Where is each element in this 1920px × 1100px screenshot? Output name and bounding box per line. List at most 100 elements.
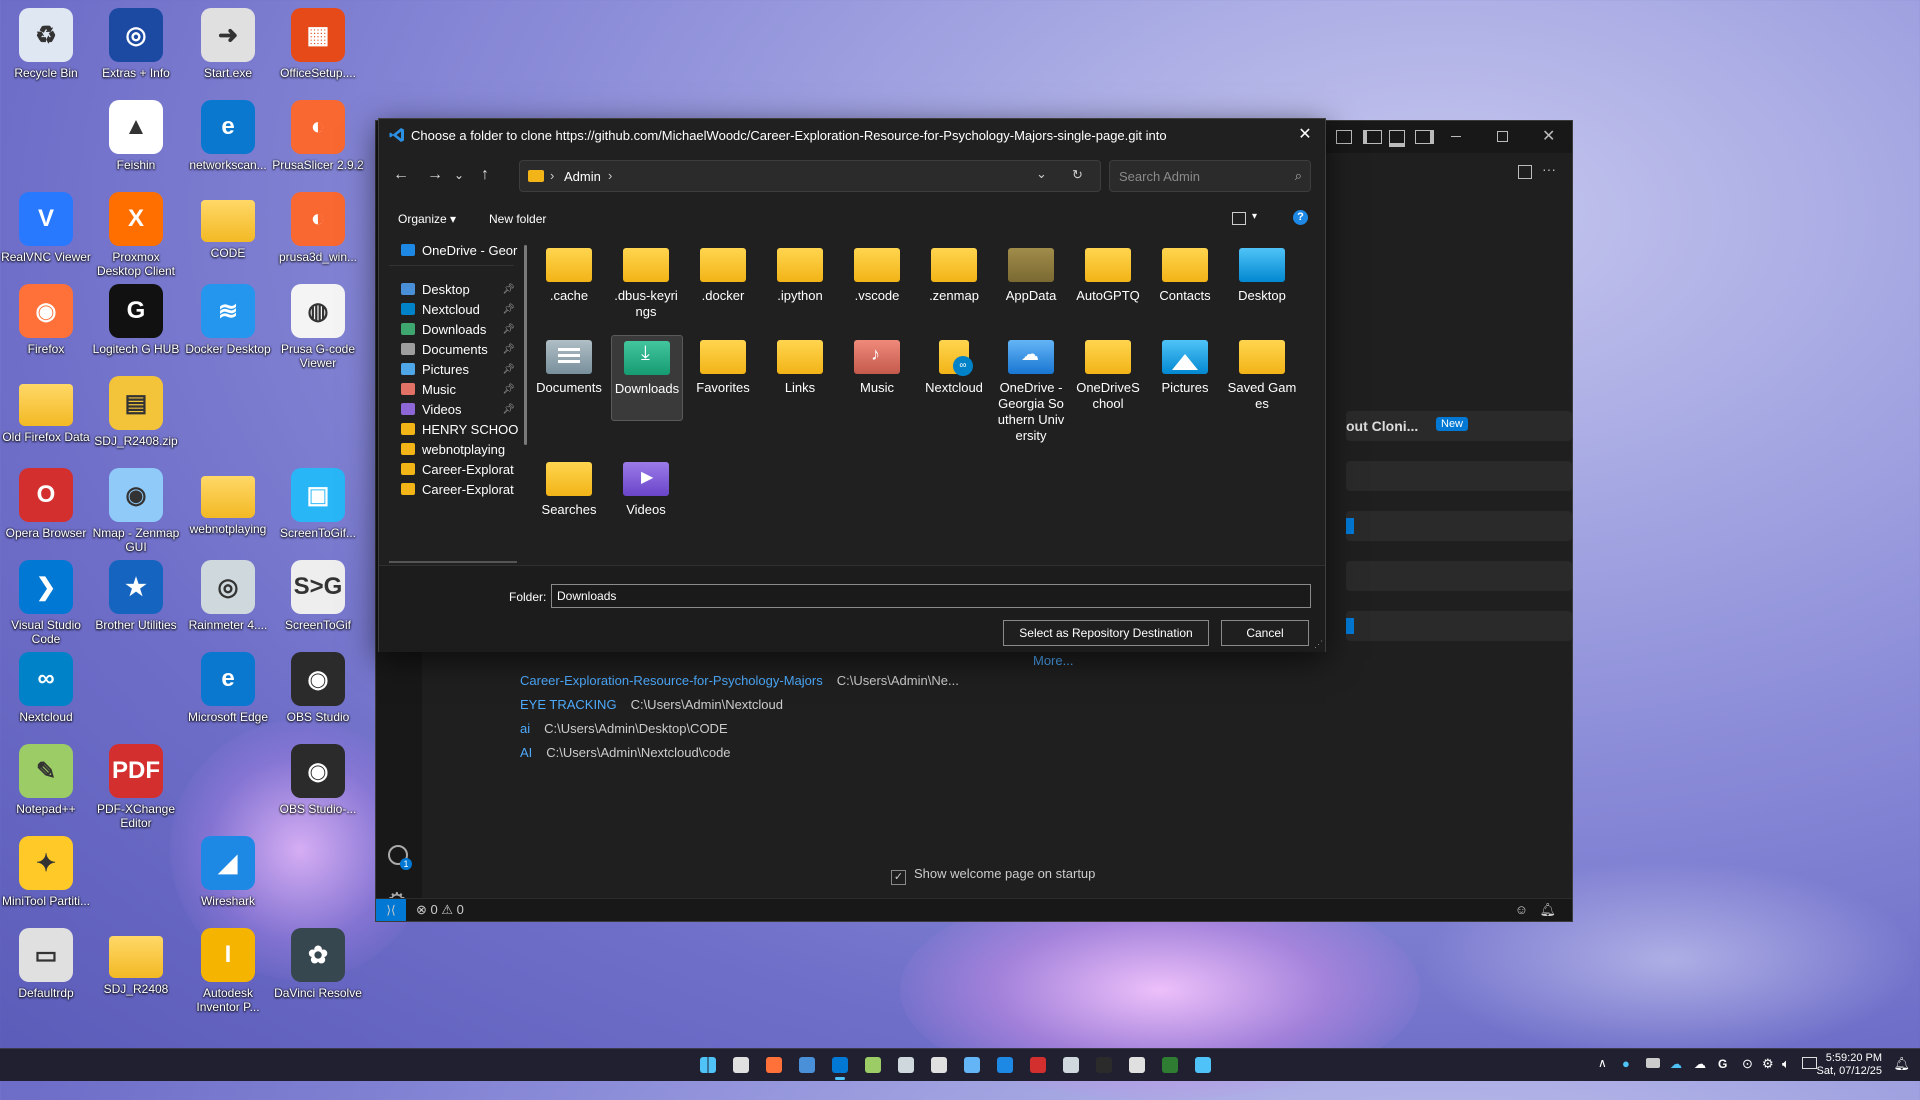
desktop-icon[interactable]: ◉ Nmap - Zenmap GUI [90,468,182,554]
desktop-icon[interactable]: PDF PDF-XChange Editor [90,744,182,830]
nav-item[interactable]: webnotplaying [401,438,519,460]
folder-tile[interactable]: .cache [534,243,604,304]
folder-tile[interactable]: AppData [996,243,1066,304]
nav-scrollbar-thumb[interactable] [524,245,527,445]
folder-tile[interactable]: .zenmap [919,243,989,304]
tray-icon[interactable]: ☁ [1694,1057,1706,1071]
desktop-icon[interactable]: S>G ScreenToGif [272,560,364,632]
desktop-icon[interactable]: G Logitech G HUB [90,284,182,356]
show-welcome-checkbox[interactable]: ✓ Show welcome page on startup [891,866,1095,885]
walkthrough-item[interactable] [1346,461,1572,491]
taskbar-app-icon[interactable] [997,1057,1013,1073]
address-dropdown-icon[interactable]: ⌄ [1036,166,1047,182]
organize-button[interactable]: Organize ▾ [398,212,456,226]
secondary-sidebar-icon[interactable] [1415,130,1434,144]
onedrive-icon[interactable]: ☁ [1670,1057,1682,1071]
desktop-icon[interactable]: ♻ Recycle Bin [0,8,92,80]
chevron-up-icon[interactable]: ∧ [1598,1056,1607,1070]
folder-tile[interactable]: .vscode [842,243,912,304]
taskbar-app-icon[interactable] [964,1057,980,1073]
walkthrough-item[interactable] [1346,611,1572,641]
folder-tile[interactable]: Searches [534,457,604,518]
taskbar-app-icon[interactable] [1063,1057,1079,1073]
desktop-icon[interactable]: ▭ Defaultrdp [0,928,92,1000]
taskbar-app-icon[interactable] [931,1057,947,1073]
bell-icon[interactable]: 🔔︎ [1539,902,1556,918]
remote-icon[interactable]: ⟩⟨ [376,899,406,921]
desktop-icon[interactable]: O Opera Browser [0,468,92,540]
speaker-icon[interactable]: 🔈︎ [1782,1056,1790,1072]
address-bar[interactable]: › Admin › ⌄ ↻ [519,160,1101,192]
folder-tile[interactable]: .dbus-keyrings [611,243,681,320]
folder-tile[interactable]: Favorites [688,335,758,396]
cancel-button[interactable]: Cancel [1221,620,1309,646]
desktop-icon[interactable]: ▦ OfficeSetup.... [272,8,364,80]
help-icon[interactable]: ? [1293,210,1308,225]
desktop-icon[interactable]: ◉ OBS Studio [272,652,364,724]
folder-tile[interactable]: ♪ Music [842,335,912,396]
folder-tile[interactable]: .ipython [765,243,835,304]
desktop-icon[interactable]: ➜ Start.exe [182,8,274,80]
taskbar-app-icon[interactable] [1129,1057,1145,1073]
problems-indicator[interactable]: ⊗ 0 ⚠ 0 [416,902,464,918]
nav-item[interactable]: Documents 📌︎ [401,338,519,360]
nav-item[interactable]: OneDrive - Geor [401,239,519,261]
nav-item[interactable]: Videos 📌︎ [401,398,519,420]
walkthrough-item[interactable] [1346,561,1572,591]
taskbar-app-icon[interactable] [1030,1057,1046,1073]
folder-tile[interactable]: .docker [688,243,758,304]
taskbar-app-icon[interactable] [766,1057,782,1073]
folder-tile[interactable]: ⤓ Downloads [611,335,683,421]
desktop-icon[interactable]: ◎ Extras + Info [90,8,182,80]
folder-tile[interactable]: Pictures [1150,335,1220,396]
search-box[interactable]: Search Admin ⌕ [1109,160,1311,192]
more-actions-icon[interactable]: ··· [1542,161,1556,177]
taskbar-app-icon[interactable] [1162,1057,1178,1073]
recent-locations-icon[interactable]: ⌄ [445,163,473,187]
desktop-icon[interactable]: ▲ Feishin [90,100,182,172]
microphone-icon[interactable]: ● [1622,1056,1630,1071]
desktop-icon[interactable]: ◉ Firefox [0,284,92,356]
desktop-icon[interactable]: ▤ SDJ_R2408.zip [90,376,182,448]
dialog-close-icon[interactable]: ✕ [1285,119,1325,151]
desktop-icon[interactable]: ◍ Prusa G-code Viewer [272,284,364,370]
maximize-icon[interactable] [1497,131,1508,142]
nav-item[interactable]: Music 📌︎ [401,378,519,400]
layout-icon[interactable] [1336,130,1352,144]
folder-tile[interactable]: Documents [534,335,604,396]
nav-hscroll[interactable] [389,561,517,563]
chevron-down-icon[interactable]: ▾ [1252,211,1257,222]
folder-tile[interactable]: Links [765,335,835,396]
desktop-icon[interactable]: ★ Brother Utilities [90,560,182,632]
desktop-icon[interactable]: webnotplaying [182,468,274,536]
recent-item[interactable]: Career-Exploration-Resource-for-Psycholo… [520,673,959,688]
desktop-icon[interactable]: ≋ Docker Desktop [182,284,274,356]
folder-tile[interactable]: Desktop [1227,243,1297,304]
breadcrumb-admin[interactable]: Admin [564,169,601,184]
up-arrow-icon[interactable]: ↑ [471,163,499,187]
taskbar-app-icon[interactable] [733,1057,749,1073]
nav-item[interactable]: Career-Explorat [401,478,519,500]
desktop-icon[interactable]: ✦ MiniTool Partiti... [0,836,92,908]
resize-grip-icon[interactable]: ⋰ [1314,639,1323,650]
panel-toggle-icon[interactable] [1389,130,1405,147]
desktop-icon[interactable]: SDJ_R2408 [90,928,182,996]
desktop-icon[interactable]: CODE [182,192,274,260]
folder-tile[interactable]: Saved Games [1227,335,1297,412]
tray-icon[interactable]: ⊙ [1742,1056,1753,1072]
desktop-icon[interactable]: ◐ prusa3d_win... [272,192,364,264]
desktop-icon[interactable]: I Autodesk Inventor P... [182,928,274,1014]
desktop-icon[interactable]: ✿ DaVinci Resolve [272,928,364,1000]
desktop-icon[interactable]: ◎ Rainmeter 4.... [182,560,274,632]
recent-item-name[interactable]: AI [520,745,532,760]
more-link[interactable]: More... [1033,653,1073,668]
close-icon[interactable]: ✕ [1542,126,1555,146]
nav-item[interactable]: Downloads 📌︎ [401,318,519,340]
taskbar-app-icon[interactable] [832,1057,848,1073]
back-arrow-icon[interactable]: ← [387,163,415,187]
folder-tile[interactable]: ∞ Nextcloud [919,335,989,396]
view-options-icon[interactable] [1232,212,1246,225]
nav-item[interactable]: Career-Explorat [401,458,519,480]
folder-tile[interactable]: ☁ OneDrive - Georgia Southern University [996,335,1066,444]
desktop-icon[interactable]: ◢ Wireshark [182,836,274,908]
